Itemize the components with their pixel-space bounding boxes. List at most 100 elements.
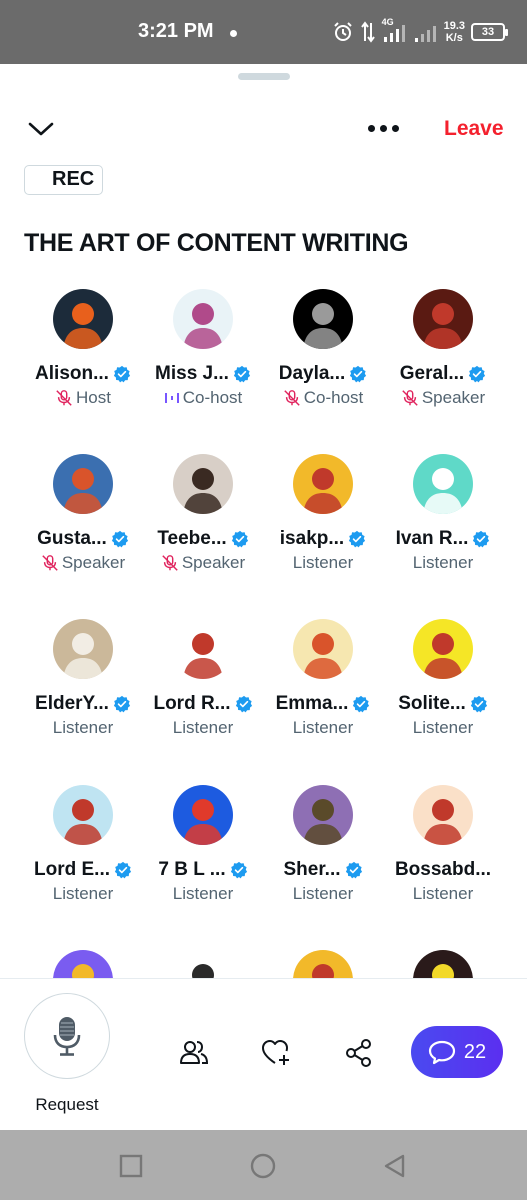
participant-name-row: Geral... <box>383 363 503 385</box>
avatar[interactable] <box>293 619 353 679</box>
avatar-figure <box>312 964 334 978</box>
participant-card[interactable]: Sher... Listener <box>263 785 383 905</box>
participant-card[interactable]: 7 B L ... Listener <box>143 785 263 905</box>
avatar-figure <box>63 799 103 845</box>
avatar[interactable] <box>53 785 113 845</box>
participant-role: Listener <box>412 884 474 903</box>
battery-icon: 33 <box>471 23 508 41</box>
verified-badge-icon <box>473 530 490 548</box>
back-button[interactable] <box>382 1153 408 1179</box>
participant-card[interactable]: ElderY... Listener <box>23 619 143 739</box>
avatar-figure <box>303 633 343 679</box>
heart-add-icon <box>262 1040 289 1065</box>
participant-name-row: Solite... <box>383 693 503 715</box>
battery-level: 33 <box>481 26 495 38</box>
avatar-figure <box>432 964 454 978</box>
participant-name-row: Dayla... <box>263 363 383 385</box>
avatar-figure <box>303 799 343 845</box>
collapse-button[interactable] <box>26 114 56 144</box>
avatar[interactable] <box>293 454 353 514</box>
status-bar: 3:21 PM 4G 19.3 K/s 33 <box>0 0 527 64</box>
participant-card[interactable]: Lord E... Listener <box>23 785 143 905</box>
participant-role-row: Speaker <box>23 552 143 574</box>
participant-card[interactable]: Ivan R... Listener <box>383 454 503 574</box>
avatar[interactable] <box>413 289 473 349</box>
participant-role: Co-host <box>182 388 243 407</box>
verified-badge-icon <box>231 530 248 548</box>
participant-card[interactable]: Gusta... Speaker <box>23 454 143 574</box>
participant-name: Alison... <box>35 363 109 384</box>
participant-card[interactable] <box>23 950 143 978</box>
participant-card[interactable]: Emma... Listener <box>263 619 383 739</box>
verified-badge-icon <box>345 861 362 879</box>
participant-card[interactable]: Bossabd... Listener <box>383 785 503 905</box>
verified-badge-icon <box>114 861 132 879</box>
home-button[interactable] <box>250 1153 276 1179</box>
participant-name: ElderY... <box>35 693 109 714</box>
participant-card[interactable]: Dayla... Co-host <box>263 289 383 409</box>
participant-card[interactable]: Solite... Listener <box>383 619 503 739</box>
participant-name-row: Sher... <box>263 859 383 881</box>
avatar[interactable] <box>413 619 473 679</box>
manage-people-button[interactable] <box>179 1038 209 1068</box>
avatar[interactable] <box>53 950 113 978</box>
avatar[interactable] <box>173 785 233 845</box>
avatar[interactable] <box>53 619 113 679</box>
participant-name: Lord R... <box>153 693 231 714</box>
participant-name: Lord E... <box>34 859 110 880</box>
participant-name-row: Lord E... <box>23 859 143 881</box>
avatar-figure <box>423 799 463 845</box>
avatar[interactable] <box>293 785 353 845</box>
recents-button[interactable] <box>118 1153 144 1179</box>
sheet-grabber[interactable] <box>238 73 290 80</box>
avatar[interactable] <box>173 950 233 978</box>
participant-card[interactable]: Miss J... Co-host <box>143 289 263 409</box>
avatar[interactable] <box>413 454 473 514</box>
participant-card[interactable] <box>383 950 503 978</box>
avatar[interactable] <box>173 619 233 679</box>
participant-role-row: Listener <box>143 717 263 739</box>
leave-button[interactable]: Leave <box>444 117 504 141</box>
avatar[interactable] <box>173 454 233 514</box>
participant-name-row: Emma... <box>263 693 383 715</box>
avatar[interactable] <box>53 289 113 349</box>
people-icon <box>180 1041 209 1064</box>
comments-button[interactable]: 22 <box>411 1026 503 1078</box>
avatar[interactable] <box>293 950 353 978</box>
share-button[interactable] <box>344 1038 374 1068</box>
participant-role: Listener <box>172 884 234 903</box>
more-options-button[interactable] <box>368 118 404 138</box>
avatar[interactable] <box>53 454 113 514</box>
participant-card[interactable]: Geral... Speaker <box>383 289 503 409</box>
avatar[interactable] <box>293 289 353 349</box>
verified-badge-icon <box>113 365 131 383</box>
participant-role-row: Listener <box>383 552 503 574</box>
react-button[interactable] <box>261 1038 291 1068</box>
participant-role-row: Speaker <box>143 552 263 574</box>
participant-card[interactable]: Alison... Host <box>23 289 143 409</box>
verified-badge-icon <box>469 365 486 383</box>
participant-card[interactable] <box>143 950 263 978</box>
avatar-figure <box>183 799 223 845</box>
participant-card[interactable]: isakp... Listener <box>263 454 383 574</box>
participant-card[interactable]: Teebe... Speaker <box>143 454 263 574</box>
request-to-speak-button[interactable] <box>24 993 110 1079</box>
avatar[interactable] <box>413 785 473 845</box>
participant-card[interactable]: Lord R... Listener <box>143 619 263 739</box>
avatar-figure <box>423 633 463 679</box>
participant-role: Listener <box>52 884 114 903</box>
signal-4g: 4G <box>382 17 408 44</box>
verified-badge-icon <box>233 365 251 383</box>
participant-role-row: Host <box>23 387 143 409</box>
participant-role-row: Listener <box>263 717 383 739</box>
verified-badge-icon <box>470 695 487 713</box>
participant-name-row: Teebe... <box>143 528 263 550</box>
avatar[interactable] <box>413 950 473 978</box>
verified-badge-icon <box>230 861 247 879</box>
participant-name: Geral... <box>399 363 465 384</box>
verified-badge-icon <box>235 695 252 713</box>
participant-role: Listener <box>172 718 234 737</box>
avatar[interactable] <box>173 289 233 349</box>
participant-card[interactable] <box>263 950 383 978</box>
chevron-down-icon <box>28 122 54 136</box>
